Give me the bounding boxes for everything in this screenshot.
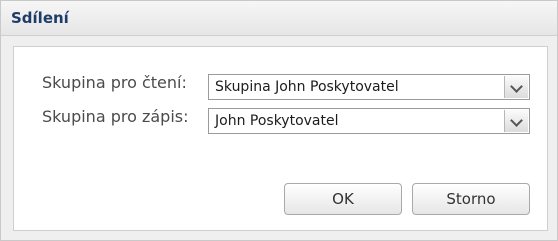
read-group-label: Skupina pro čtení: bbox=[42, 73, 187, 92]
write-group-select[interactable]: John Poskytovatel bbox=[208, 108, 530, 134]
read-group-select[interactable]: Skupina John Poskytovatel bbox=[208, 74, 530, 100]
dialog-titlebar[interactable]: Sdílení bbox=[1, 1, 557, 36]
write-group-label: Skupina pro zápis: bbox=[42, 107, 189, 126]
dialog-content-panel: Skupina pro čtení: Skupina John Poskytov… bbox=[13, 46, 548, 231]
ok-button[interactable]: OK bbox=[284, 183, 402, 215]
cancel-button[interactable]: Storno bbox=[412, 183, 530, 215]
chevron-down-icon[interactable] bbox=[504, 110, 528, 132]
sharing-dialog: Sdílení Skupina pro čtení: Skupina John … bbox=[0, 0, 558, 241]
read-group-value: Skupina John Poskytovatel bbox=[215, 79, 399, 95]
dialog-title: Sdílení bbox=[11, 9, 69, 27]
write-group-value: John Poskytovatel bbox=[215, 113, 339, 129]
chevron-down-icon[interactable] bbox=[504, 76, 528, 98]
